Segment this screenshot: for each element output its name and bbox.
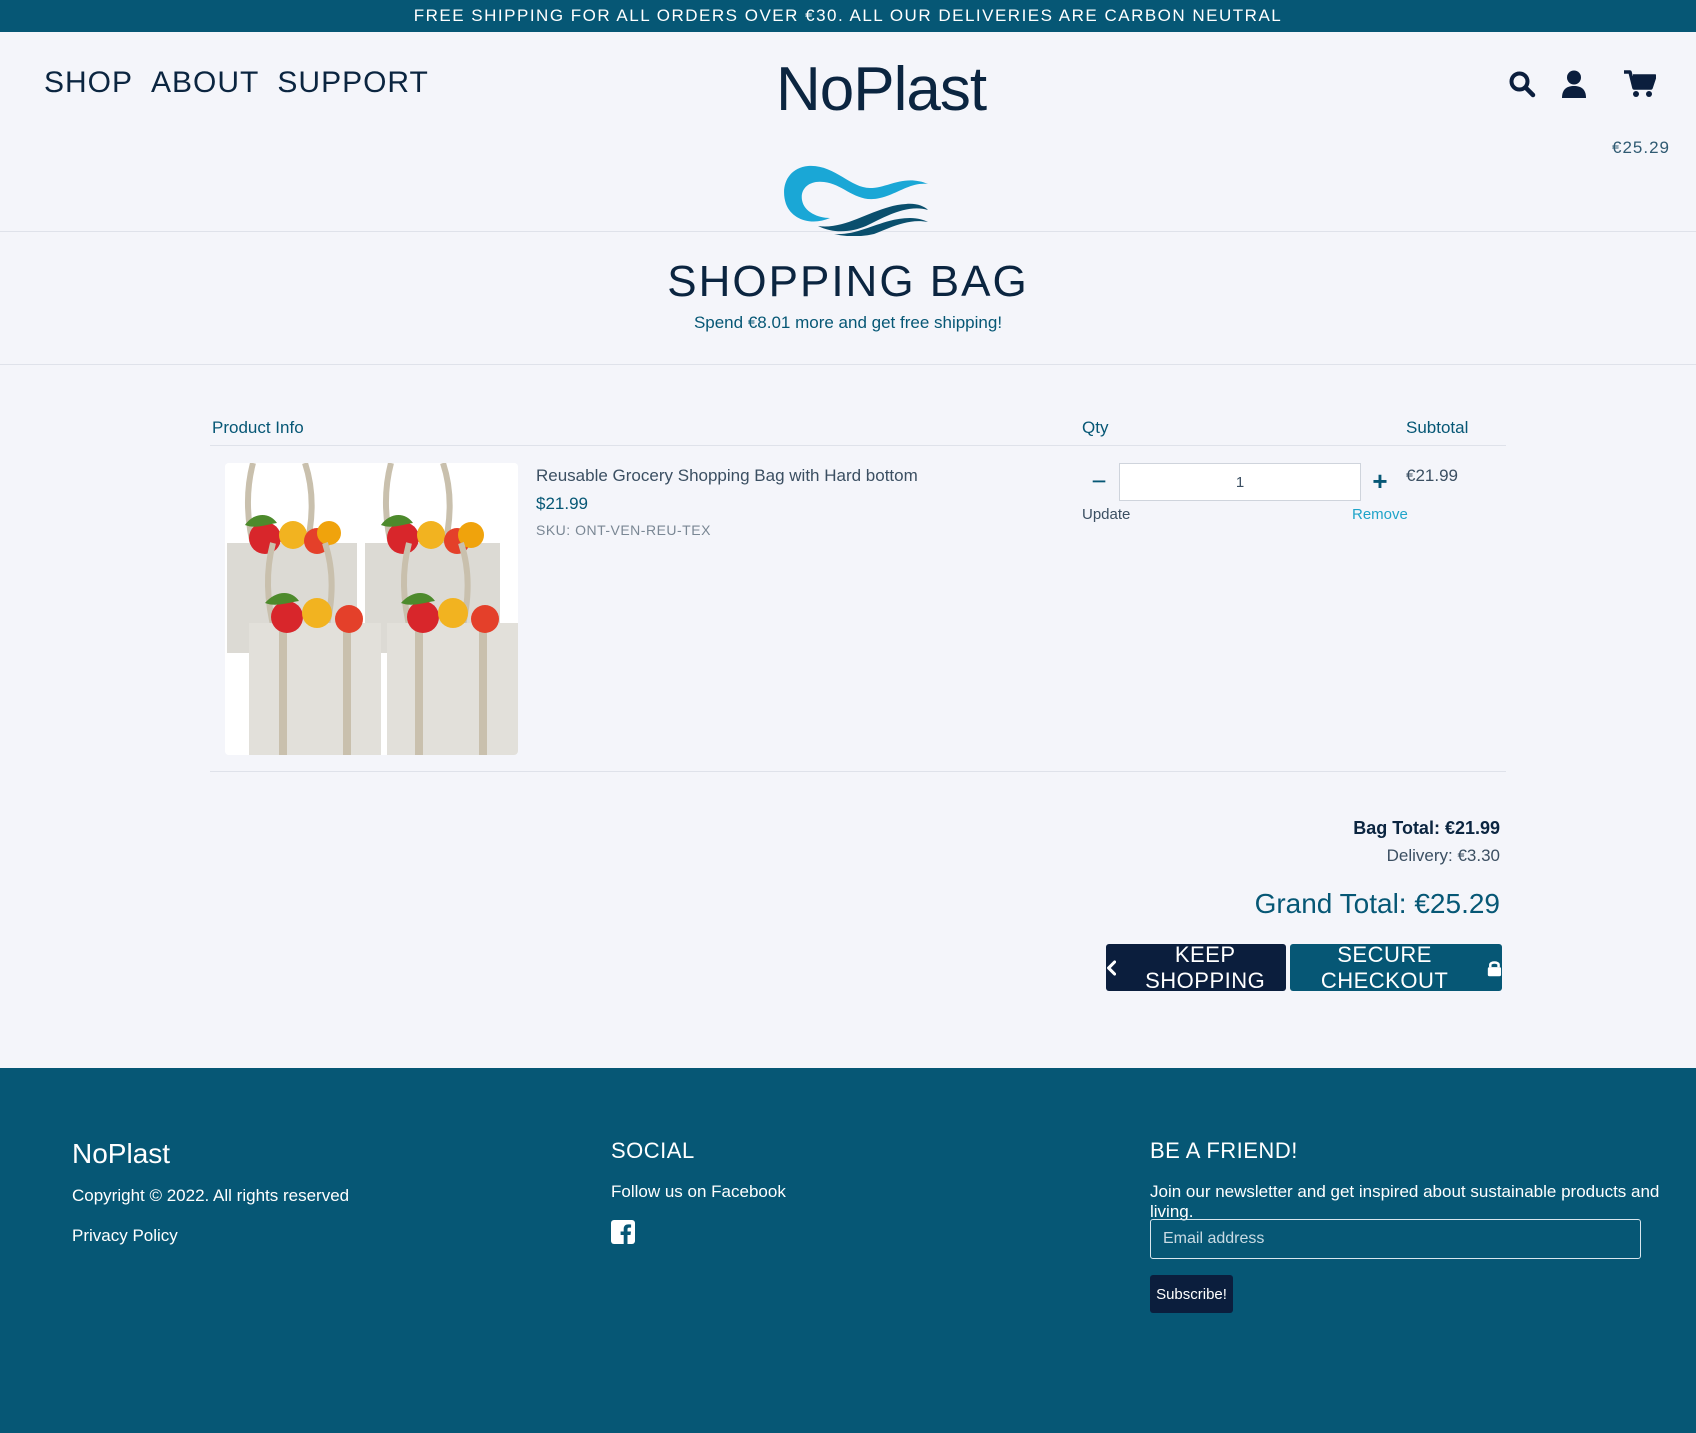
logo-wordmark[interactable]: NoPlast <box>776 54 987 125</box>
delivery-cost: Delivery: €3.30 <box>1386 846 1500 865</box>
page-title: SHOPPING BAG <box>667 257 1029 306</box>
shipping-banner: FREE SHIPPING FOR ALL ORDERS OVER €30. A… <box>0 0 1696 32</box>
product-name[interactable]: Reusable Grocery Shopping Bag with Hard … <box>536 466 918 486</box>
column-product-info: Product Info <box>212 418 304 437</box>
item-subtotal: €21.99 <box>1406 466 1458 485</box>
nav-shop[interactable]: SHOP <box>44 66 133 100</box>
nav-about[interactable]: ABOUT <box>151 66 259 100</box>
product-image[interactable] <box>225 463 518 755</box>
privacy-policy-link[interactable]: Privacy Policy <box>72 1226 178 1246</box>
product-price: $21.99 <box>536 494 588 513</box>
qty-decrement-button[interactable]: − <box>1086 468 1112 496</box>
page-title-section: SHOPPING BAG Spend €8.01 more and get fr… <box>0 233 1696 365</box>
footer-copyright: Copyright © 2022. All rights reserved <box>72 1186 350 1205</box>
footer-newsletter-heading: BE A FRIEND! <box>1150 1138 1298 1163</box>
cart-table-header: Product Info Qty Subtotal <box>210 414 1506 446</box>
qty-input[interactable] <box>1119 463 1361 501</box>
site-header: SHOP ABOUT SUPPORT NoPlast €25.29 <box>0 32 1696 236</box>
user-icon[interactable] <box>1562 70 1586 98</box>
banner-text: FREE SHIPPING FOR ALL ORDERS OVER €30. A… <box>413 6 1283 25</box>
subscribe-button[interactable]: Subscribe! <box>1150 1275 1233 1313</box>
lock-icon <box>1487 960 1502 976</box>
search-icon[interactable] <box>1508 70 1536 98</box>
nav-support[interactable]: SUPPORT <box>277 66 428 100</box>
secure-checkout-button[interactable]: SECURE CHECKOUT <box>1290 941 1502 993</box>
qty-increment-button[interactable]: + <box>1367 468 1393 496</box>
keep-shopping-label: KEEP SHOPPING <box>1145 941 1266 993</box>
cart-icon[interactable] <box>1624 70 1656 98</box>
product-sku: SKU: ONT-VEN-REU-TEX <box>536 522 711 538</box>
chevron-left-icon <box>1107 959 1117 976</box>
keep-shopping-button[interactable]: KEEP SHOPPING <box>1106 941 1286 993</box>
header-icons <box>1508 70 1656 98</box>
logo-wave-icon <box>784 165 928 236</box>
secure-checkout-label: SECURE CHECKOUT <box>1320 941 1449 993</box>
facebook-icon[interactable] <box>611 1220 635 1249</box>
header-cart-total[interactable]: €25.29 <box>1612 138 1670 158</box>
column-subtotal: Subtotal <box>1406 418 1469 437</box>
footer-newsletter-text: Join our newsletter and get inspired abo… <box>1150 1182 1660 1221</box>
footer-brand: NoPlast <box>72 1138 171 1169</box>
footer-follow-text: Follow us on Facebook <box>611 1182 786 1201</box>
update-link[interactable]: Update <box>1082 506 1130 523</box>
email-field[interactable] <box>1150 1219 1641 1259</box>
cart-item-row: Reusable Grocery Shopping Bag with Hard … <box>210 446 1506 772</box>
bag-total: Bag Total: €21.99 <box>1353 818 1500 838</box>
main-nav: SHOP ABOUT SUPPORT <box>44 66 429 100</box>
remove-link[interactable]: Remove <box>1352 506 1408 523</box>
site-footer: NoPlast Copyright © 2022. All rights res… <box>0 1068 1696 1433</box>
column-qty: Qty <box>1082 418 1109 437</box>
grand-total: Grand Total: €25.29 <box>1254 888 1500 919</box>
footer-social-heading: SOCIAL <box>611 1138 695 1163</box>
free-shipping-note: Spend €8.01 more and get free shipping! <box>693 313 1003 332</box>
